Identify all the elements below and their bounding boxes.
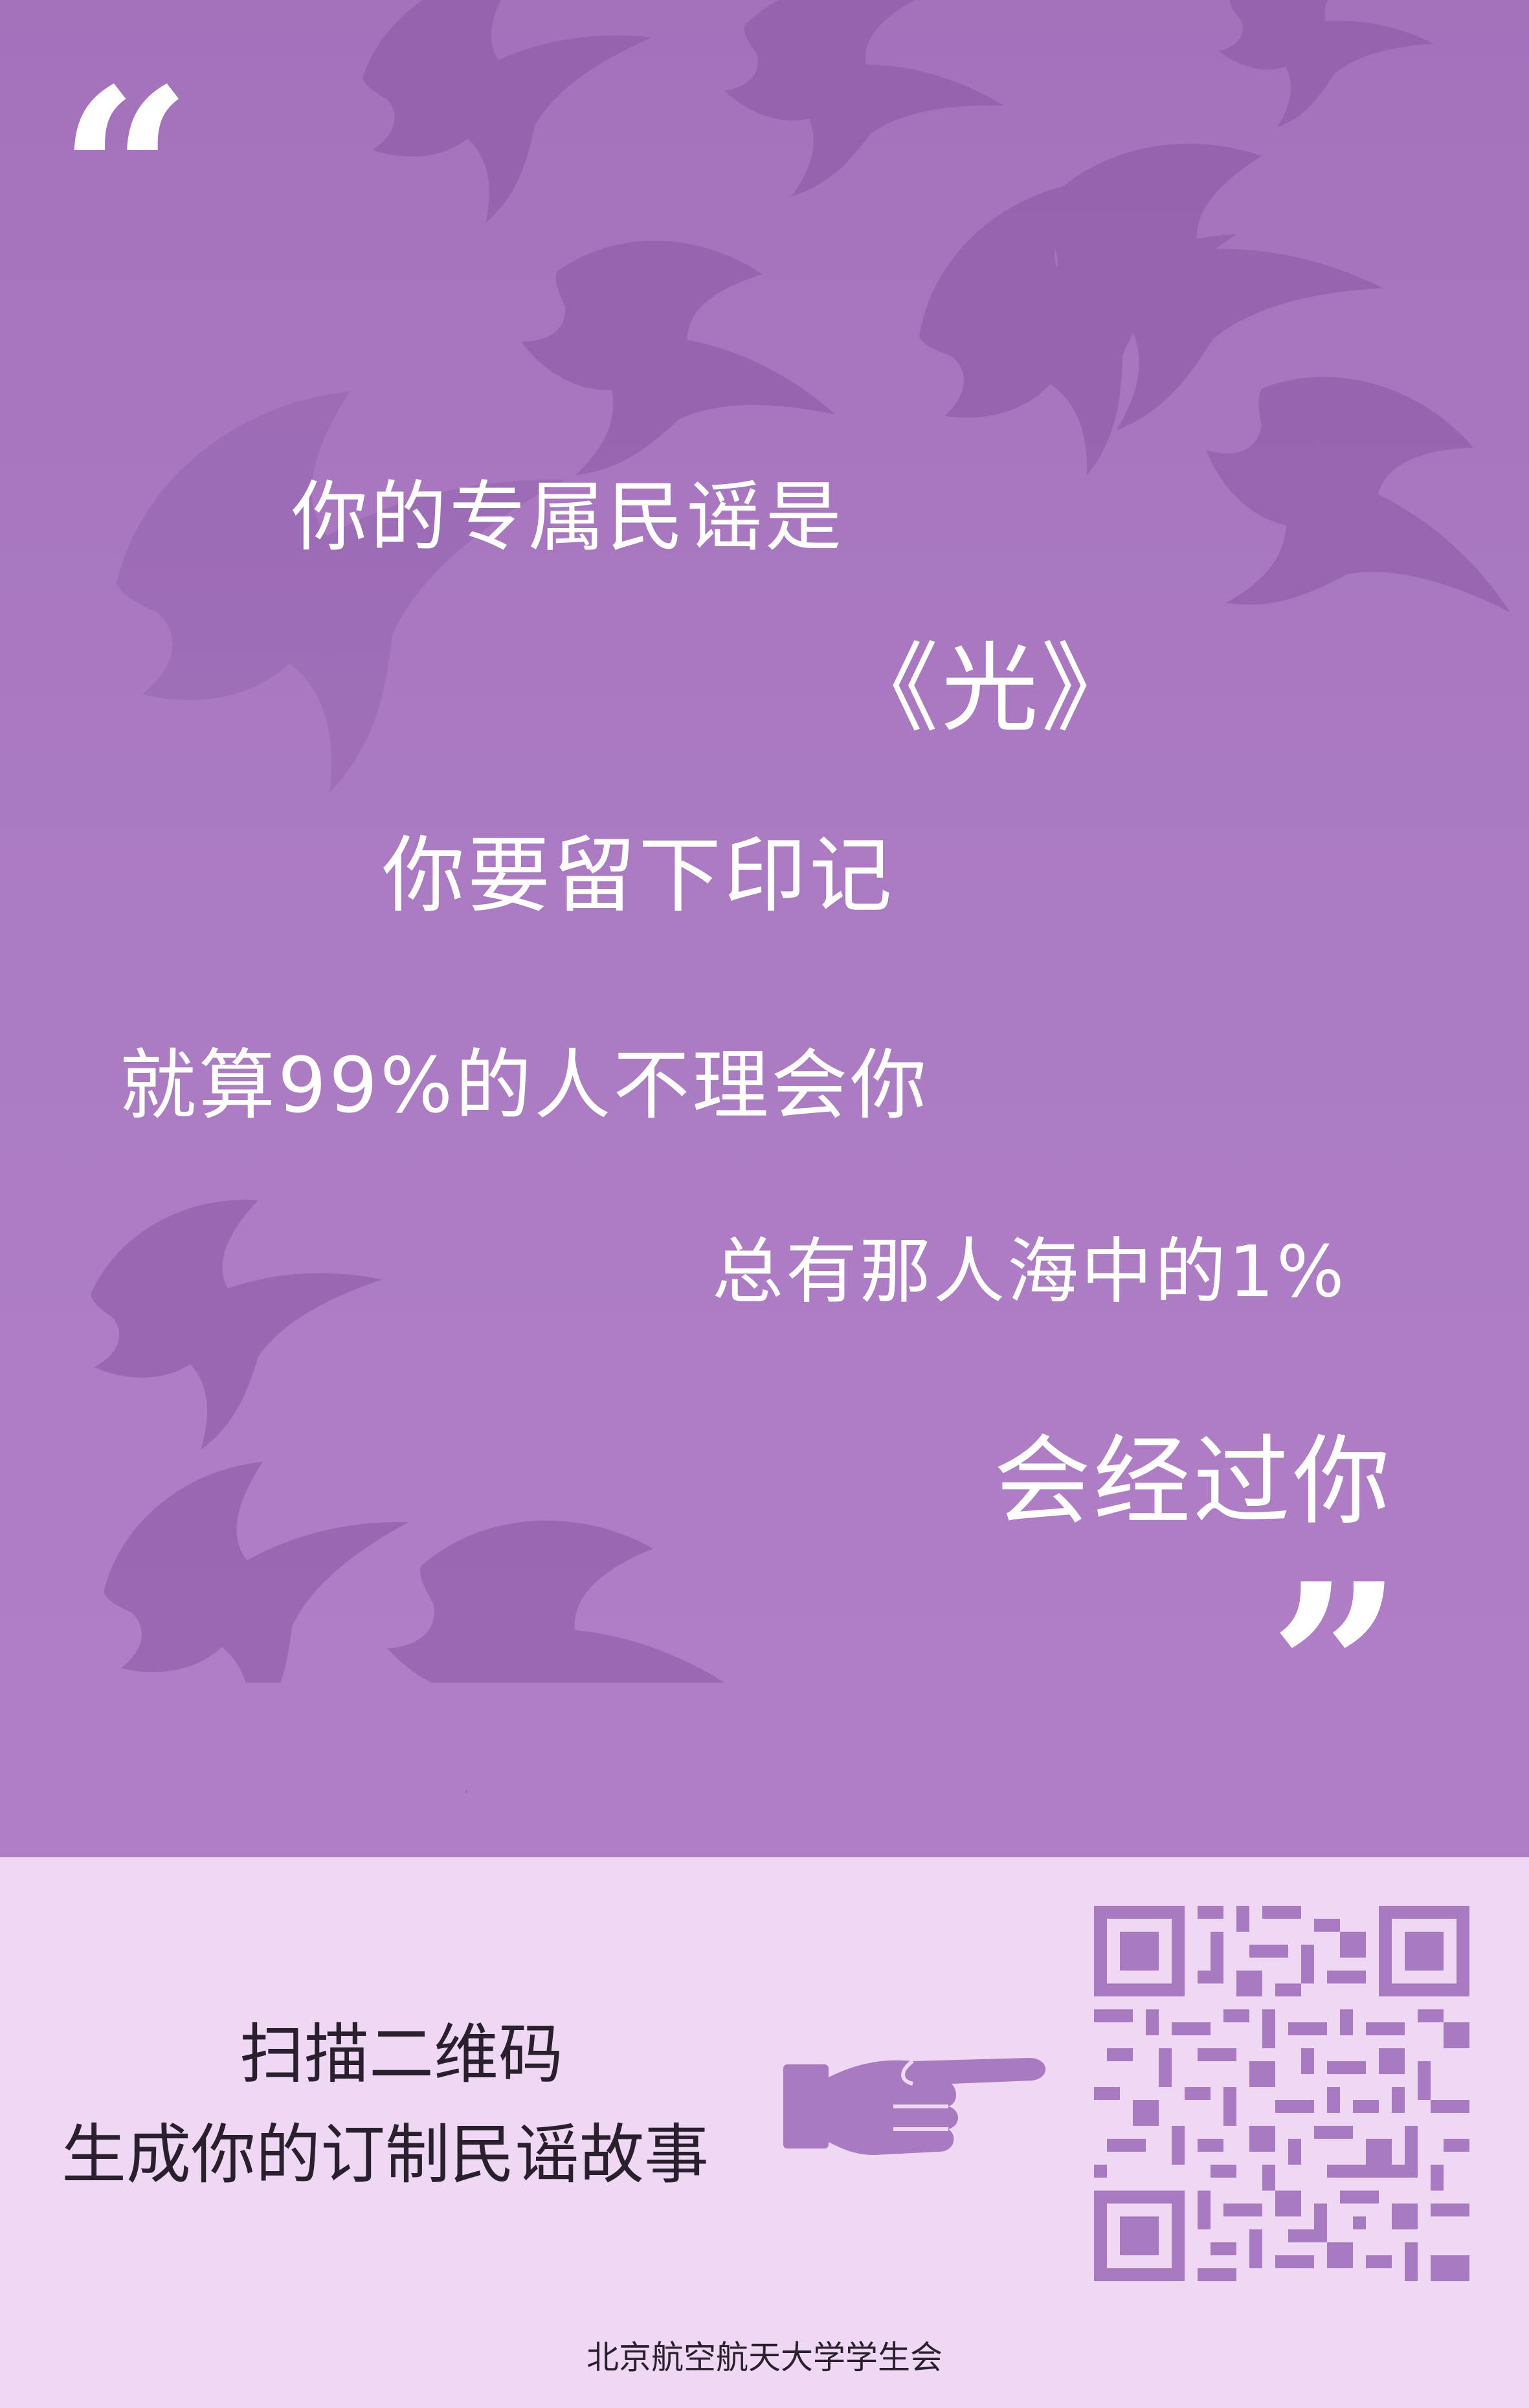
message-line-3: 你要留下印记	[382, 828, 895, 924]
message-line-6: 会经过你	[994, 1426, 1393, 1538]
message-line-5: 总有那人海中的1%	[712, 1230, 1347, 1313]
qr-code[interactable]	[1094, 1906, 1469, 2281]
opening-quote-mark: “	[58, 38, 193, 311]
pointing-hand-icon	[783, 2058, 1046, 2155]
closing-quote-mark: ”	[1269, 1532, 1403, 1806]
scan-instruction: 扫描二维码	[240, 2016, 563, 2092]
song-title: 《光》	[842, 633, 1141, 746]
generate-story-instruction: 生成你的订制民谣故事	[61, 2117, 709, 2193]
message-line-1: 你的专属民谣是	[291, 472, 845, 562]
organization-footer: 北京航空航天大学学生会	[586, 2339, 943, 2376]
message-line-4: 就算99%的人不理会你	[120, 1041, 930, 1130]
